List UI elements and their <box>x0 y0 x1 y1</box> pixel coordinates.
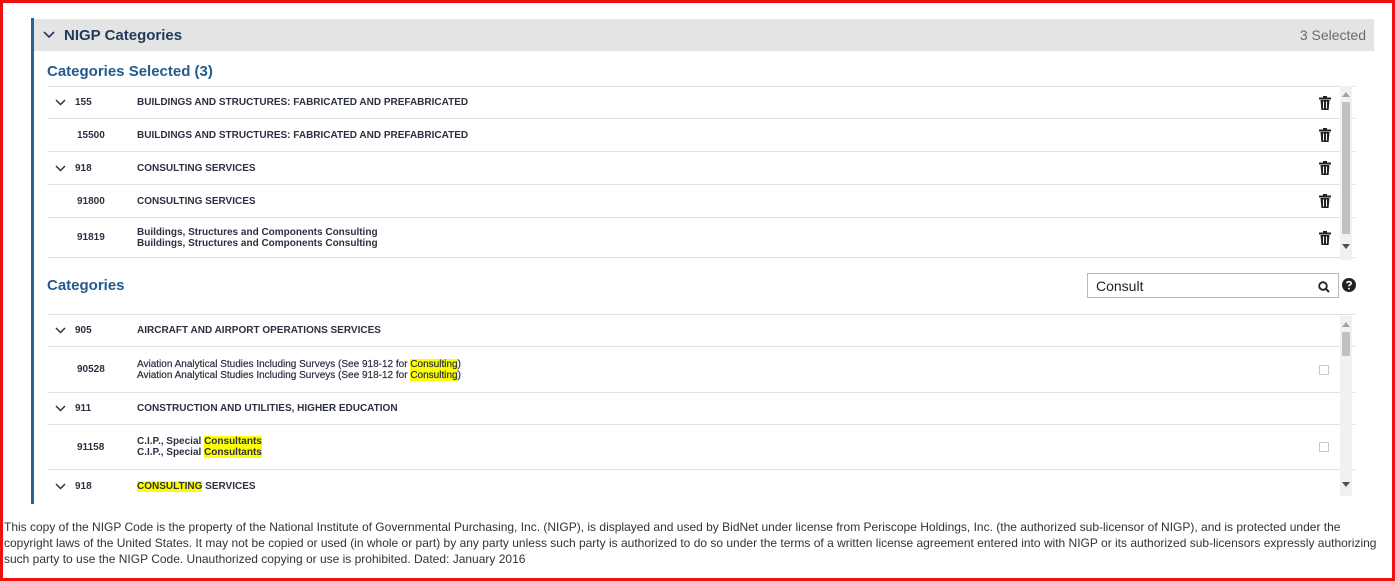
category-label-secondary: Aviation Analytical Studies Including Su… <box>137 369 411 381</box>
search-highlight: Consulting <box>410 358 458 370</box>
categories-list: 905 AIRCRAFT AND AIRPORT OPERATIONS SERV… <box>47 314 1355 496</box>
scroll-down-icon[interactable] <box>1342 480 1350 488</box>
trash-icon[interactable] <box>1319 128 1331 142</box>
search-highlight: Consulting <box>410 369 458 381</box>
chevron-down-icon[interactable] <box>55 404 67 414</box>
help-circle-icon[interactable] <box>1342 278 1356 292</box>
category-label: CONSULTING SERVICES <box>137 162 256 174</box>
category-label-secondary: Buildings, Structures and Components Con… <box>137 237 378 249</box>
category-label: Aviation Analytical Studies Including Su… <box>137 358 411 370</box>
chevron-down-icon[interactable] <box>55 326 67 336</box>
trash-icon[interactable] <box>1319 230 1331 245</box>
category-label: BUILDINGS AND STRUCTURES: FABRICATED AND… <box>137 97 469 108</box>
search-highlight: Consultants <box>204 436 262 447</box>
categories-list-scrollbar[interactable] <box>1340 316 1352 496</box>
category-row: 905 AIRCRAFT AND AIRPORT OPERATIONS SERV… <box>47 314 1355 347</box>
category-row: 91158 C.I.P., Special Consultants C.I.P.… <box>47 425 1355 470</box>
category-code: 918 <box>75 162 92 174</box>
chevron-down-icon[interactable] <box>55 98 67 108</box>
search-highlight: CONSULTING <box>137 480 203 492</box>
category-label-secondary: C.I.P., Special <box>137 447 205 458</box>
category-code: 91158 <box>77 441 105 453</box>
category-label: CONSTRUCTION AND UTILITIES, HIGHER EDUCA… <box>137 403 398 414</box>
scroll-down-icon[interactable] <box>1342 242 1350 250</box>
category-code: 90528 <box>77 364 105 375</box>
chevron-down-icon[interactable] <box>55 163 67 173</box>
trash-icon[interactable] <box>1319 95 1331 110</box>
category-search <box>1087 273 1339 298</box>
selected-row: 918 CONSULTING SERVICES <box>47 152 1355 185</box>
selected-row: 155 BUILDINGS AND STRUCTURES: FABRICATED… <box>47 86 1355 119</box>
category-code: 911 <box>75 403 92 414</box>
category-code: 91819 <box>77 232 105 243</box>
search-highlight: Consultants <box>204 447 262 458</box>
category-row: 911 CONSTRUCTION AND UTILITIES, HIGHER E… <box>47 393 1355 425</box>
category-label: SERVICES <box>202 480 256 492</box>
selected-categories-list: 155 BUILDINGS AND STRUCTURES: FABRICATED… <box>47 86 1355 260</box>
nigp-categories-header[interactable]: NIGP Categories 3 Selected <box>34 19 1374 51</box>
category-row: 90528 Aviation Analytical Studies Includ… <box>47 347 1355 393</box>
category-label: CONSULTING SERVICES <box>137 195 256 207</box>
categories-title: Categories <box>47 277 125 294</box>
scrollbar-thumb[interactable] <box>1342 102 1350 234</box>
selected-count-badge: 3 Selected <box>1299 27 1366 43</box>
select-checkbox[interactable] <box>1319 442 1329 452</box>
chevron-down-icon[interactable] <box>55 481 67 491</box>
category-code: 155 <box>75 97 92 108</box>
category-code: 15500 <box>77 129 105 141</box>
category-label: BUILDINGS AND STRUCTURES: FABRICATED AND… <box>137 129 469 141</box>
category-row: 918 CONSULTING SERVICES <box>47 470 1355 496</box>
category-label: AIRCRAFT AND AIRPORT OPERATIONS SERVICES <box>137 325 381 336</box>
panel-title: NIGP Categories <box>64 26 183 44</box>
selected-row: 91819 Buildings, Structures and Componen… <box>47 218 1355 258</box>
chevron-down-icon[interactable] <box>42 28 56 42</box>
selected-row: 91800 CONSULTING SERVICES <box>47 185 1355 218</box>
search-input[interactable] <box>1088 274 1298 297</box>
trash-icon[interactable] <box>1319 161 1331 175</box>
category-code: 905 <box>75 325 92 336</box>
category-label: Buildings, Structures and Components Con… <box>137 226 378 238</box>
selected-row: 15500 BUILDINGS AND STRUCTURES: FABRICAT… <box>47 119 1355 152</box>
categories-selected-title: Categories Selected (3) <box>47 63 213 80</box>
scroll-up-icon[interactable] <box>1342 320 1350 328</box>
category-code: 918 <box>75 480 92 492</box>
search-icon[interactable] <box>1318 280 1330 293</box>
category-code: 91800 <box>77 195 105 207</box>
trash-icon[interactable] <box>1319 194 1331 208</box>
category-label: C.I.P., Special <box>137 436 205 447</box>
select-checkbox[interactable] <box>1319 364 1329 375</box>
scrollbar-thumb[interactable] <box>1342 332 1350 356</box>
panel-accent-bar <box>31 18 34 504</box>
selected-list-scrollbar[interactable] <box>1340 86 1352 260</box>
nigp-license-notice: This copy of the NIGP Code is the proper… <box>4 520 1377 566</box>
scroll-up-icon[interactable] <box>1342 90 1350 98</box>
